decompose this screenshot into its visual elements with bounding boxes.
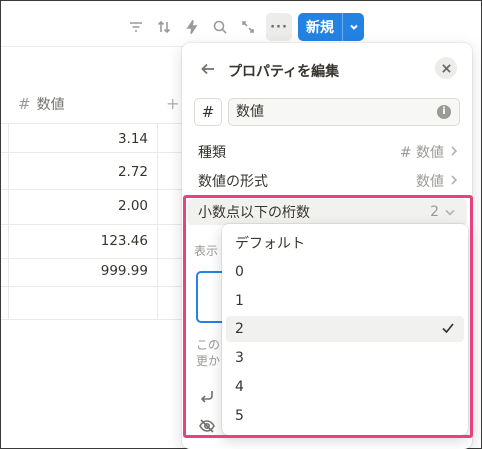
column-header-label: 数値 <box>36 97 65 113</box>
more-icon[interactable]: ··· <box>266 13 292 41</box>
chevron-right-icon <box>450 144 458 160</box>
column-header[interactable]: # 数値 <box>18 94 65 114</box>
table-cell[interactable]: 2.72 <box>8 164 148 180</box>
panel-title: プロパティを編集 <box>228 64 340 80</box>
number-type-icon: # <box>18 95 31 113</box>
table-cell[interactable]: 3.14 <box>8 131 148 147</box>
table-divider <box>1 189 183 190</box>
table-divider <box>8 123 9 319</box>
back-arrow-icon[interactable] <box>200 61 216 77</box>
annotation-highlight <box>183 195 473 438</box>
row-value: # 数値 <box>399 145 444 161</box>
table-divider <box>1 152 183 153</box>
chevron-right-icon <box>450 173 458 189</box>
row-value: 数値 <box>416 174 444 190</box>
table-cell[interactable]: 2.00 <box>8 198 148 214</box>
table-divider <box>1 258 183 259</box>
table-divider <box>1 224 183 225</box>
table-divider <box>1 286 183 287</box>
table-divider <box>1 123 183 124</box>
add-column-icon[interactable]: + <box>166 94 179 113</box>
database-toolbar: ··· 新規 <box>122 13 364 41</box>
expand-icon[interactable] <box>234 13 262 41</box>
filter-icon[interactable] <box>122 13 150 41</box>
row-label: 数値の形式 <box>198 174 268 190</box>
property-name-value: 数値 <box>236 104 264 120</box>
automation-icon[interactable] <box>178 13 206 41</box>
close-icon[interactable] <box>435 57 457 79</box>
info-icon[interactable]: i <box>437 105 451 119</box>
property-type-row[interactable]: 種類 # 数値 <box>198 141 458 163</box>
number-format-row[interactable]: 数値の形式 数値 <box>198 170 458 192</box>
table-divider <box>157 123 158 319</box>
property-name-input[interactable]: 数値 i <box>228 98 460 126</box>
new-button[interactable]: 新規 <box>298 13 364 41</box>
row-label: 種類 <box>198 145 226 161</box>
chevron-down-icon[interactable] <box>342 13 364 41</box>
search-icon[interactable] <box>206 13 234 41</box>
table-cell[interactable]: 123.46 <box>8 233 148 249</box>
table-divider <box>1 46 183 47</box>
sort-icon[interactable] <box>150 13 178 41</box>
table-cell[interactable]: 999.99 <box>8 263 148 279</box>
table-divider <box>1 319 183 320</box>
new-button-label[interactable]: 新規 <box>298 13 342 41</box>
property-type-button[interactable]: # <box>194 98 222 126</box>
